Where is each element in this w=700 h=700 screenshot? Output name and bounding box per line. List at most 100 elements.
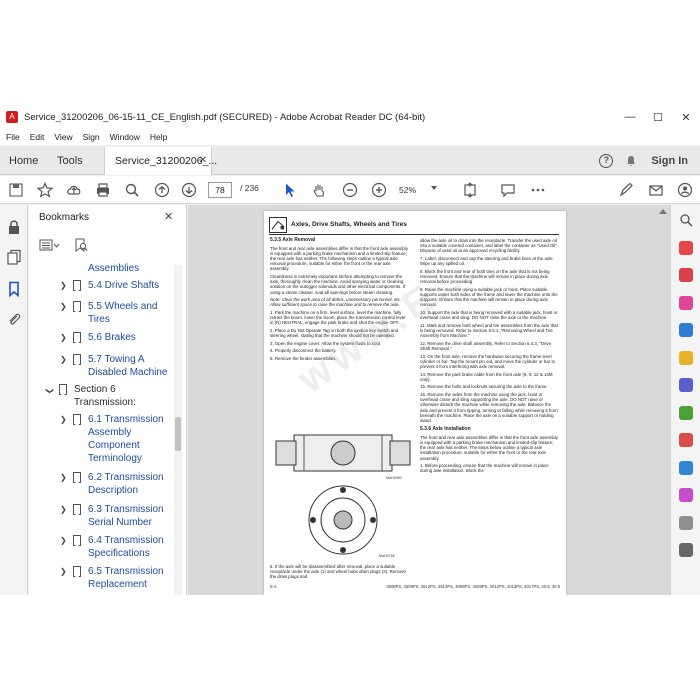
bookmark-item[interactable]: ❯ 5.5 Wheels and Tires [60, 300, 168, 326]
expand-caret-icon[interactable]: ❯ [60, 473, 68, 482]
combine-files-icon[interactable] [679, 268, 693, 282]
bookmark-item[interactable]: ❯ Section 6 Transmission: [46, 383, 154, 409]
expand-caret-icon[interactable]: ❯ [60, 281, 68, 290]
menu-sign[interactable]: Sign [83, 132, 100, 142]
menu-edit[interactable]: Edit [30, 132, 45, 142]
bookmark-flag-icon [59, 384, 67, 395]
bookmark-label: Section 6 Transmission: [74, 384, 136, 408]
attachment-icon[interactable] [6, 311, 22, 327]
scan-ocr-icon[interactable] [679, 406, 693, 420]
next-page-icon[interactable] [181, 182, 197, 198]
scroll-up-icon[interactable] [659, 209, 667, 214]
document-view[interactable]: Axles, Drive Shafts, Wheels and Tires 5.… [188, 205, 670, 595]
step: 1. Before proceeding, ensure that the ma… [420, 463, 549, 474]
page-total: / 236 [240, 183, 259, 193]
bookmark-label: 6.4 Transmission Specifications [88, 535, 164, 559]
bookmark-item[interactable]: ❯ 5.4 Drive Shafts [60, 279, 168, 292]
bookmark-options-icon[interactable] [39, 238, 61, 252]
page-footer-number: 5-4 [270, 584, 277, 589]
minimize-button[interactable]: — [616, 105, 644, 129]
mail-icon[interactable] [648, 182, 664, 198]
fill-sign-tool-icon[interactable] [679, 488, 693, 502]
expand-caret-icon[interactable]: ❯ [60, 333, 68, 342]
expand-caret-icon[interactable]: ❯ [60, 567, 68, 576]
close-tab-icon[interactable]: ✕ [199, 155, 207, 166]
star-icon[interactable] [37, 182, 53, 198]
previous-page-icon[interactable] [154, 182, 170, 198]
bookmark-item[interactable]: ❯ 5.6 Brakes [60, 331, 168, 344]
collapse-caret-icon[interactable]: ❯ [46, 388, 55, 396]
expand-caret-icon[interactable]: ❯ [60, 505, 68, 514]
figure-code: MAH0490 [386, 476, 402, 480]
protect-icon[interactable] [679, 433, 693, 447]
find-bookmark-icon[interactable] [73, 238, 89, 252]
sign-in-button[interactable]: Sign In [651, 155, 688, 167]
bookmark-flag-icon [73, 472, 81, 483]
menu-view[interactable]: View [54, 132, 72, 142]
tab-bar: Home Tools Service_31200206_... ✕ ? Sign… [0, 147, 700, 175]
more-tools-rail-icon[interactable] [679, 516, 693, 530]
comment-icon[interactable] [500, 182, 516, 198]
zoom-caret-icon[interactable] [431, 186, 437, 190]
search-tool-icon[interactable] [679, 213, 693, 227]
lock-icon[interactable] [6, 219, 22, 235]
select-cursor-icon[interactable] [282, 182, 298, 198]
menu-window[interactable]: Window [110, 132, 140, 142]
fill-sign-icon[interactable] [618, 182, 634, 198]
tab-document[interactable]: Service_31200206_... ✕ [104, 147, 217, 175]
ruler-icon[interactable] [679, 543, 693, 557]
expand-caret-icon[interactable]: ❯ [60, 355, 68, 364]
zoom-search-icon[interactable] [124, 182, 140, 198]
zoom-level-select[interactable]: 52% [399, 182, 433, 198]
pages-icon[interactable] [6, 249, 22, 265]
bookmark-item[interactable]: ❯ 5.7 Towing A Disabled Machine [60, 353, 178, 379]
menu-help[interactable]: Help [150, 132, 167, 142]
share-user-icon[interactable] [677, 182, 693, 198]
create-pdf-icon[interactable] [679, 241, 693, 255]
bookmarks-scroll-thumb[interactable] [175, 417, 181, 451]
paragraph: The front and rear axle assemblies diffe… [270, 245, 409, 272]
zoom-out-icon[interactable] [342, 182, 358, 198]
maximize-button[interactable]: ☐ [644, 105, 672, 129]
tab-tools[interactable]: Tools [57, 147, 83, 175]
bell-icon[interactable] [625, 155, 637, 167]
bookmark-item[interactable]: Assemblies [88, 262, 139, 275]
bookmark-panel-icon[interactable] [6, 281, 22, 297]
edit-pdf-icon[interactable] [679, 296, 693, 310]
bookmark-item[interactable]: ❯ 6.5 Transmission Replacement [60, 565, 166, 591]
menu-bar: File Edit View Sign Window Help [0, 129, 700, 145]
expand-caret-icon[interactable]: ❯ [60, 302, 68, 311]
help-icon[interactable]: ? [599, 154, 614, 168]
bookmark-item[interactable]: ❯ 6.3 Transmission Serial Number [60, 503, 166, 529]
acrobat-window: A Service_31200206_06-15-11_CE_English.p… [0, 105, 700, 595]
paragraph: Cleanliness is extremely important. Befo… [270, 274, 406, 295]
close-bookmarks-icon[interactable]: ✕ [164, 210, 173, 223]
page-fit-icon[interactable] [462, 182, 478, 198]
paragraph: allow the axle oil to drain into the rec… [420, 238, 559, 254]
bookmark-flag-icon [73, 414, 81, 425]
organize-pages-icon[interactable] [679, 378, 693, 392]
step: 16. Remove the axles from the machine us… [420, 391, 558, 423]
expand-caret-icon[interactable]: ❯ [60, 415, 68, 424]
menu-file[interactable]: File [6, 132, 20, 142]
bookmarks-scrollbar[interactable] [174, 265, 182, 595]
export-pdf-icon[interactable] [679, 323, 693, 337]
comment-tool-icon[interactable] [679, 351, 693, 365]
print-icon[interactable] [95, 182, 111, 198]
more-tools-icon[interactable] [530, 182, 546, 198]
expand-caret-icon[interactable]: ❯ [60, 536, 68, 545]
close-button[interactable]: ✕ [672, 105, 700, 129]
bookmark-item[interactable]: ❯ 6.4 Transmission Specifications [60, 534, 166, 560]
save-icon[interactable] [8, 182, 24, 198]
page-number-input[interactable]: 78 [208, 182, 232, 198]
page-section-title: Axles, Drive Shafts, Wheels and Tires [291, 221, 407, 228]
bookmark-item[interactable]: ❯ 6.1 Transmission Assembly Component Te… [60, 413, 166, 465]
upload-icon[interactable] [66, 182, 82, 198]
bookmark-flag-icon [73, 354, 81, 365]
bookmark-item[interactable]: ❯ 6.2 Transmission Description [60, 471, 166, 497]
zoom-in-icon[interactable] [371, 182, 387, 198]
bookmark-flag-icon [73, 332, 81, 343]
compress-icon[interactable] [679, 461, 693, 475]
hand-tool-icon[interactable] [311, 182, 327, 198]
tab-home[interactable]: Home [9, 147, 38, 175]
